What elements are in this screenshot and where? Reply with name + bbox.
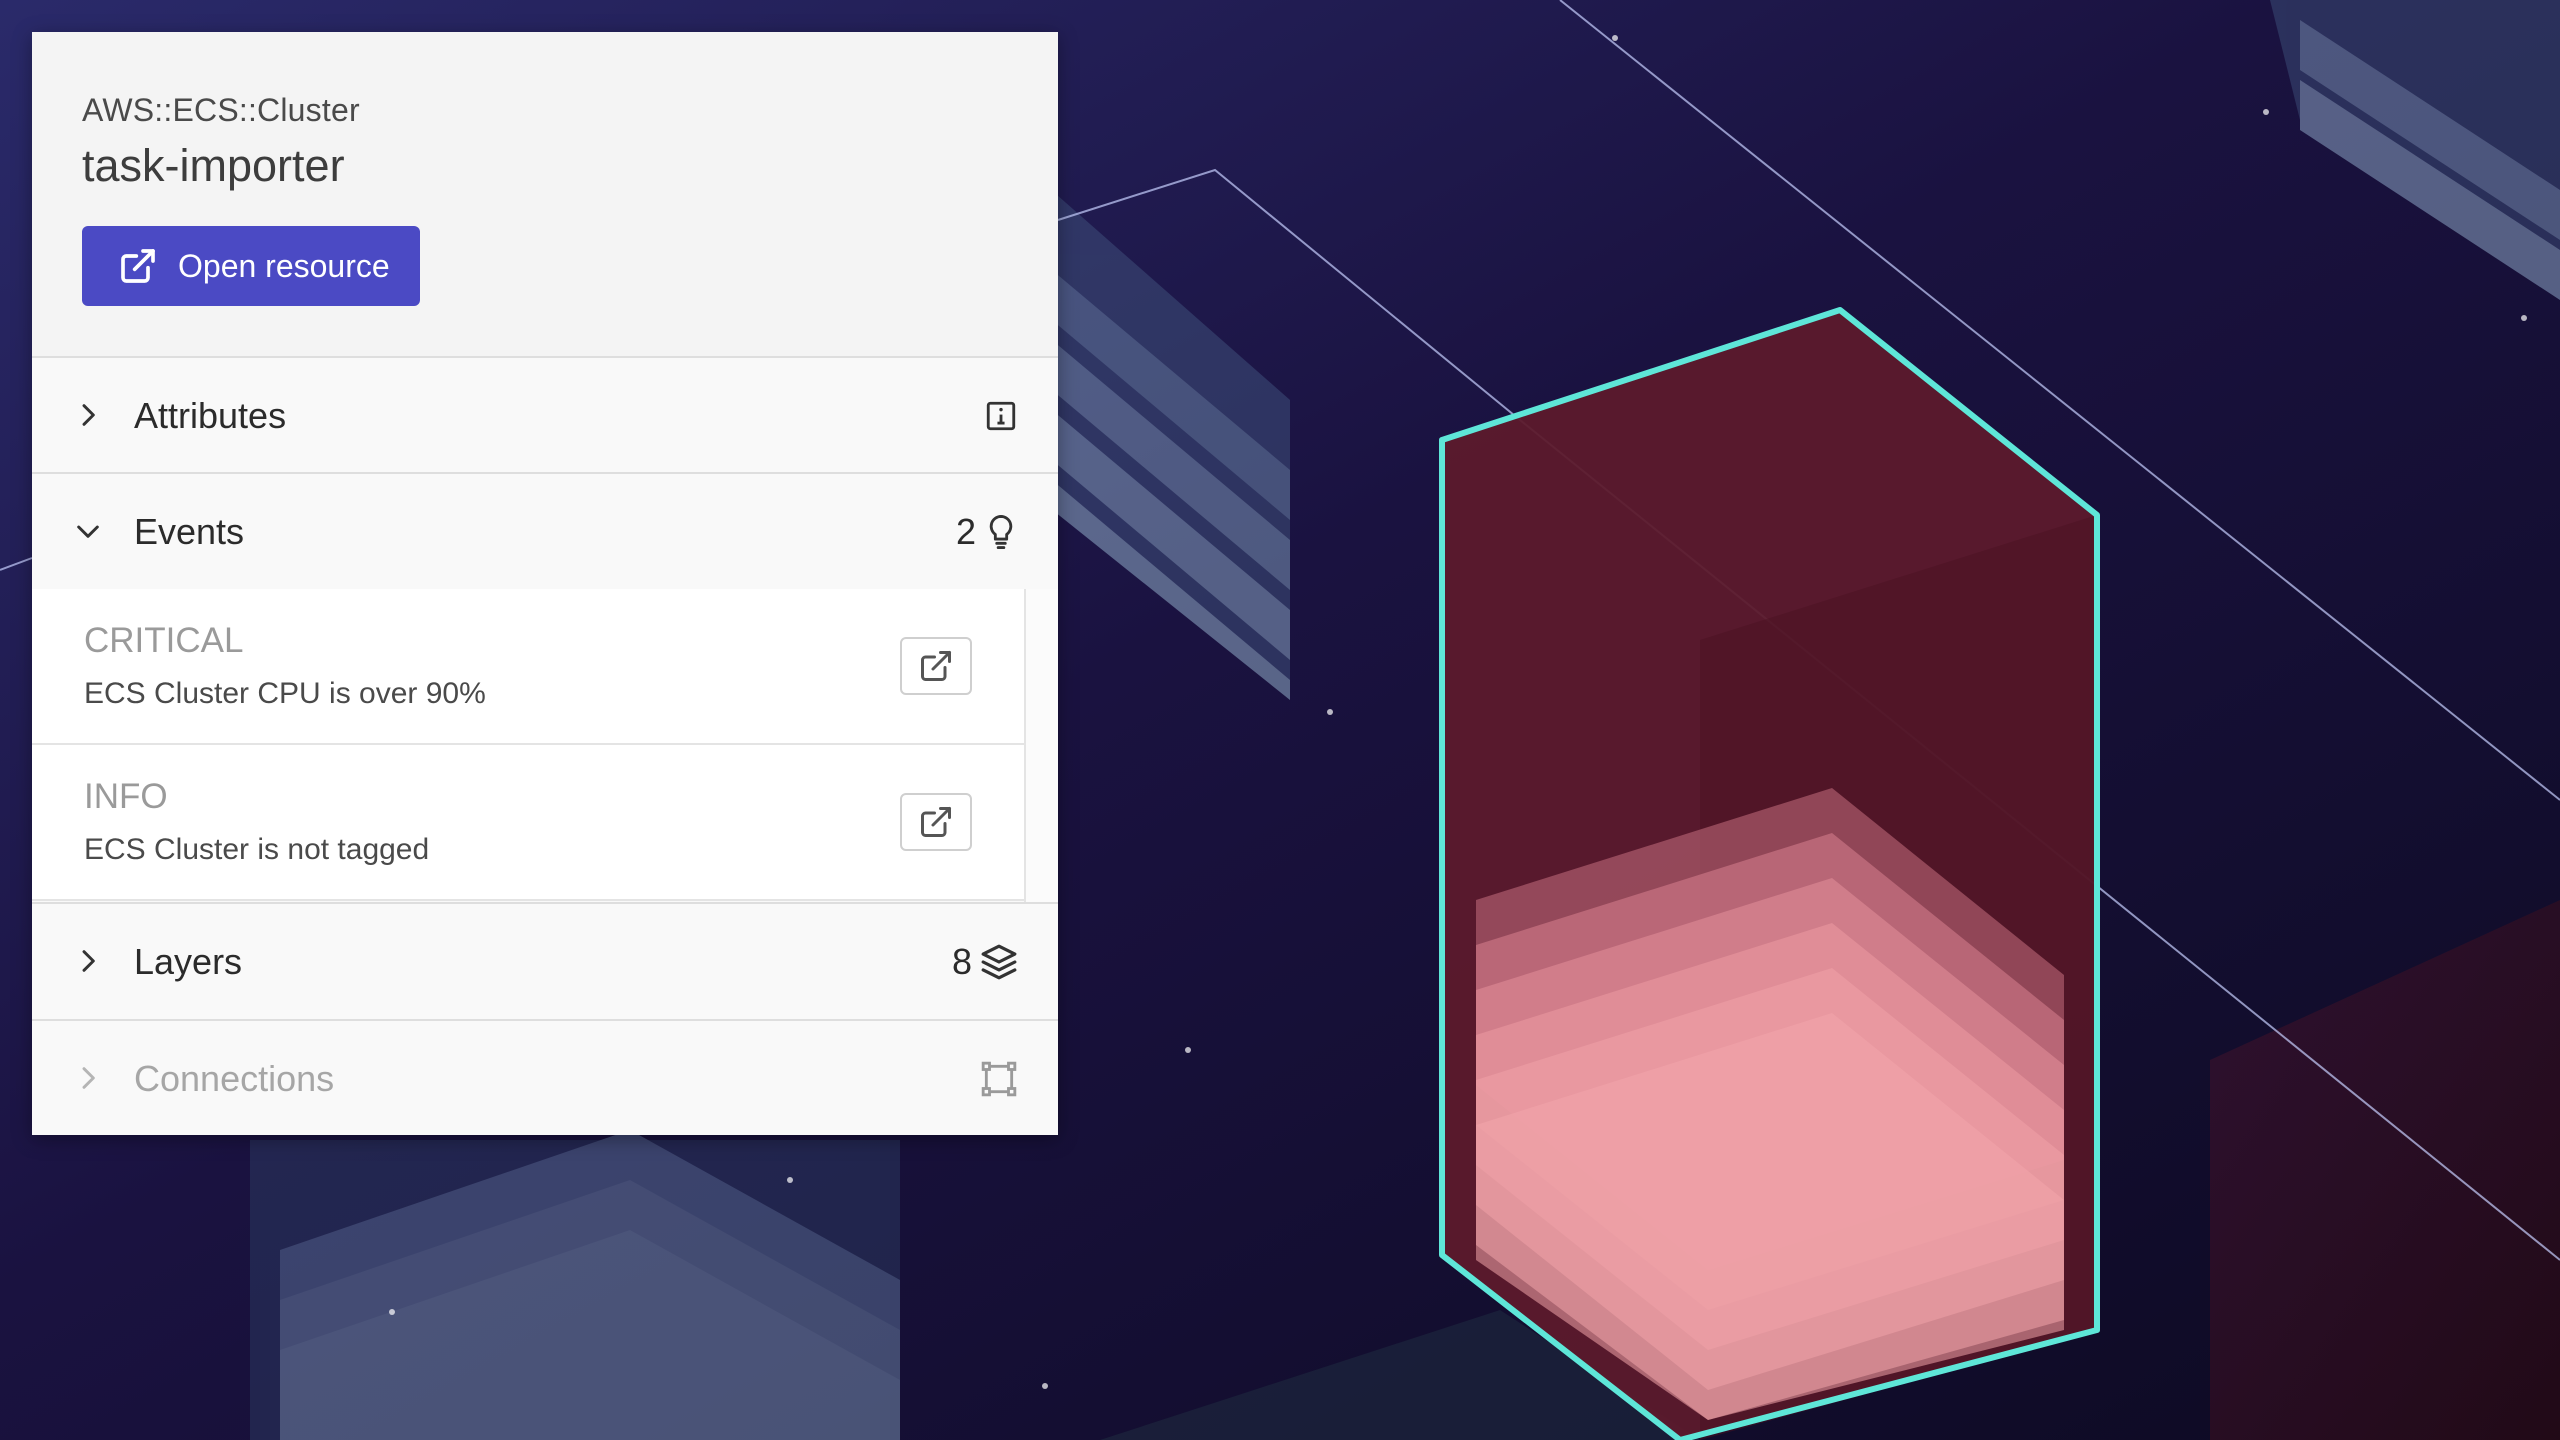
section-events: Events 2 CRITICAL ECS Cluster CPU is ove… — [32, 472, 1058, 902]
section-attributes: Attributes — [32, 356, 1058, 472]
external-link-icon — [118, 246, 158, 286]
events-label: Events — [134, 510, 245, 552]
external-link-icon — [921, 807, 951, 837]
chevron-down-icon — [77, 525, 99, 538]
resource-type: AWS::ECS::Cluster — [82, 92, 360, 128]
background-stack-bottom — [250, 1130, 900, 1440]
resource-name: task-importer — [82, 140, 345, 191]
layers-icon — [981, 944, 1017, 979]
event-message: ECS Cluster is not tagged — [84, 833, 430, 866]
events-scrollbar[interactable] — [1024, 589, 1058, 902]
section-layers: Layers 8 — [32, 902, 1058, 1019]
event-severity: INFO — [84, 777, 168, 816]
external-link-icon — [921, 651, 951, 681]
layers-label: Layers — [134, 940, 243, 982]
event-item: INFO ECS Cluster is not tagged — [32, 745, 1024, 901]
attributes-toggle[interactable]: Attributes — [32, 358, 1058, 473]
open-event-button[interactable] — [900, 793, 972, 851]
highlighted-cluster-cube — [1439, 307, 2100, 1440]
event-severity: CRITICAL — [84, 621, 244, 660]
event-item: CRITICAL ECS Cluster CPU is over 90% — [32, 589, 1024, 745]
event-message: ECS Cluster CPU is over 90% — [84, 677, 486, 710]
connections-label: Connections — [134, 1057, 335, 1099]
open-resource-label: Open resource — [178, 247, 390, 284]
lightbulb-icon — [989, 514, 1013, 549]
layers-toggle[interactable]: Layers 8 — [32, 904, 1058, 1019]
info-icon — [986, 401, 1016, 430]
attributes-label: Attributes — [134, 394, 287, 436]
events-count: 2 — [955, 510, 976, 552]
open-resource-button[interactable]: Open resource — [82, 226, 420, 306]
events-toggle[interactable]: Events 2 — [32, 474, 1058, 589]
chevron-right-icon — [82, 404, 95, 426]
panel-header: AWS::ECS::Cluster task-importer Open res… — [32, 32, 1058, 356]
resource-inspector-panel: AWS::ECS::Cluster task-importer Open res… — [32, 32, 1058, 1135]
section-connections: Connections — [32, 1019, 1058, 1135]
connections-toggle[interactable]: Connections — [32, 1021, 1058, 1136]
layers-count: 8 — [951, 940, 972, 982]
open-event-button[interactable] — [900, 637, 972, 695]
chevron-right-icon — [82, 1067, 95, 1089]
chevron-right-icon — [82, 950, 95, 972]
connections-icon — [981, 1061, 1017, 1096]
